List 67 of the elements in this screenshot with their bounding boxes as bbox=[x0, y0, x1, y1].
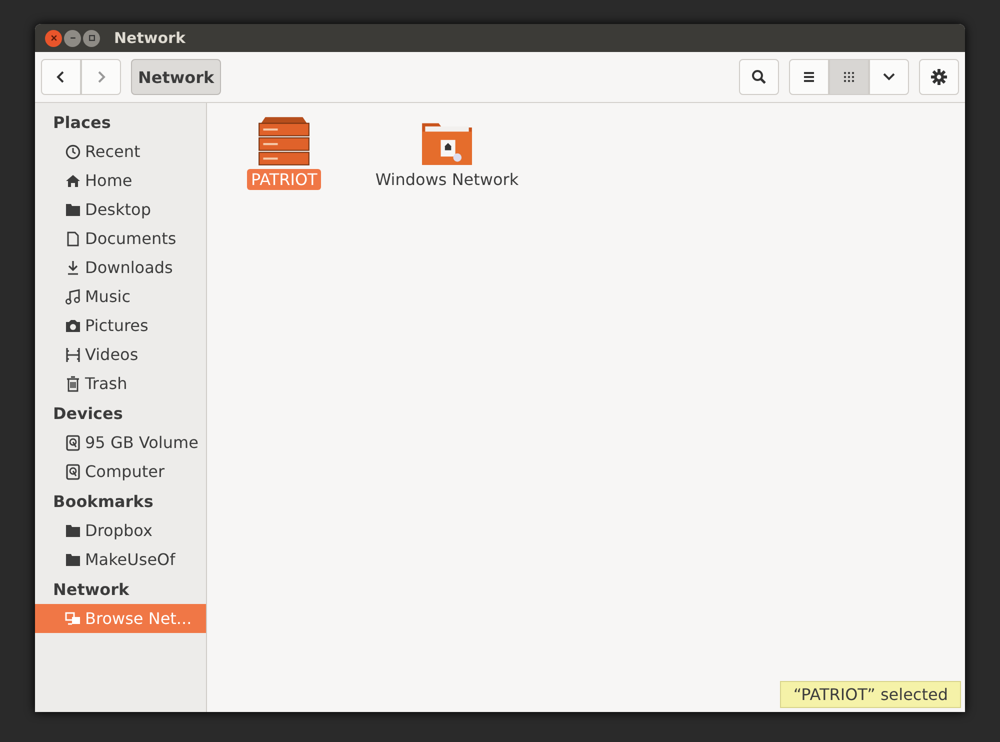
maximize-button[interactable] bbox=[83, 30, 100, 46]
file-name: PATRIOT bbox=[247, 169, 322, 190]
grid-icon bbox=[843, 71, 855, 83]
sidebar-item-label: Desktop bbox=[85, 200, 151, 219]
sidebar-item[interactable]: Documents bbox=[35, 224, 206, 253]
camera-icon bbox=[65, 318, 81, 334]
chevron-down-icon bbox=[882, 72, 896, 82]
sidebar-item[interactable]: MakeUseOf bbox=[35, 545, 206, 574]
search-button[interactable] bbox=[739, 59, 779, 95]
sidebar-item-label: 95 GB Volume bbox=[85, 433, 198, 452]
film-icon bbox=[65, 346, 81, 362]
sidebar-item-label: Documents bbox=[85, 229, 176, 248]
list-icon bbox=[802, 71, 816, 83]
sidebar-item[interactable]: Home bbox=[35, 166, 206, 195]
sidebar-item[interactable]: Desktop bbox=[35, 195, 206, 224]
window-title: Network bbox=[114, 29, 186, 47]
trash-icon bbox=[65, 376, 81, 392]
close-icon bbox=[50, 34, 58, 42]
sidebar-item[interactable]: Recent bbox=[35, 137, 206, 166]
folder-icon bbox=[65, 522, 81, 538]
sidebar-item-label: Home bbox=[85, 171, 132, 190]
file-name: Windows Network bbox=[374, 169, 520, 190]
sidebar-item[interactable]: 95 GB Volume bbox=[35, 428, 206, 457]
section-heading: Network bbox=[52, 578, 130, 600]
document-icon bbox=[65, 230, 81, 246]
back-button[interactable] bbox=[41, 59, 81, 95]
path-button[interactable]: Network bbox=[131, 59, 222, 95]
drive-icon bbox=[65, 464, 81, 480]
download-icon bbox=[65, 260, 81, 276]
house-icon bbox=[65, 172, 81, 188]
sidebar-item[interactable]: Pictures bbox=[35, 311, 206, 340]
sidebar-item-label: MakeUseOf bbox=[85, 550, 176, 569]
folder-icon bbox=[65, 202, 81, 218]
list-view-button[interactable] bbox=[789, 59, 829, 95]
grid-view-button[interactable] bbox=[829, 59, 869, 95]
sidebar-item-label: Recent bbox=[85, 142, 140, 161]
minimize-button[interactable] bbox=[64, 30, 81, 46]
network-icon bbox=[65, 610, 81, 626]
drive-icon bbox=[65, 434, 81, 450]
settings-icon bbox=[930, 68, 948, 86]
status-message: “PATRIOT” selected bbox=[780, 681, 961, 708]
clock-icon bbox=[65, 144, 81, 160]
sidebar-item-label: Music bbox=[85, 287, 131, 306]
server-icon bbox=[257, 117, 312, 167]
sidebar-item-label: Downloads bbox=[85, 258, 173, 277]
sidebar-item[interactable]: Music bbox=[35, 282, 206, 311]
section-heading: Bookmarks bbox=[52, 490, 154, 512]
sidebar-item-label: Browse Net... bbox=[85, 609, 192, 628]
sidebar-item-label: Pictures bbox=[85, 316, 148, 335]
sidebar-item[interactable]: Dropbox bbox=[35, 516, 206, 545]
sidebar-item[interactable]: Videos bbox=[35, 340, 206, 369]
search-icon bbox=[751, 69, 767, 85]
settings-button[interactable] bbox=[919, 59, 959, 95]
sidebar-item[interactable]: Trash bbox=[35, 369, 206, 398]
sidebar-item[interactable]: Downloads bbox=[35, 253, 206, 282]
section-heading: Places bbox=[52, 112, 112, 134]
sidebar-item-label: Trash bbox=[85, 374, 128, 393]
folder-icon bbox=[65, 552, 81, 568]
sidebar-item-label: Computer bbox=[85, 462, 165, 481]
close-button[interactable] bbox=[45, 30, 62, 46]
sidebar-item[interactable]: Computer bbox=[35, 457, 206, 486]
sidebar-item-label: Dropbox bbox=[85, 521, 152, 540]
file-item[interactable]: Windows Network bbox=[371, 117, 523, 190]
section-heading: Devices bbox=[52, 402, 124, 424]
maximize-icon bbox=[88, 34, 96, 42]
music-note-icon bbox=[65, 288, 81, 304]
sidebar-item-label: Videos bbox=[85, 345, 138, 364]
